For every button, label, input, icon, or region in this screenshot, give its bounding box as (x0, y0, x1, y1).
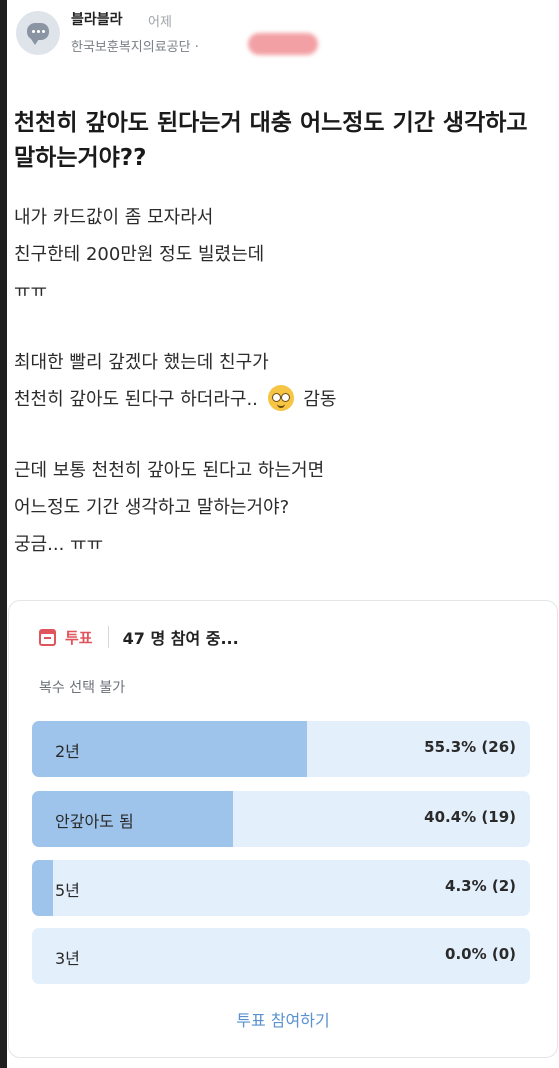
vote-button[interactable]: 투표 참여하기 (9, 1007, 557, 1031)
pleading-face-icon (267, 385, 294, 411)
calendar-icon (39, 628, 56, 646)
post-paragraph: 내가 카드값이 좀 모자라서 친구한테 200만원 정도 빌렸는데 ㅠㅠ (14, 199, 554, 310)
poll-option[interactable]: 3년 0.0% (0) (32, 928, 530, 984)
poll-participants: 47 명 참여 중... (122, 629, 239, 648)
redacted-blur (248, 33, 318, 55)
post-line: ㅠㅠ (14, 281, 48, 302)
post-line: 근데 보통 천천히 갚아도 된다고 하는거면 (14, 460, 325, 481)
company-avatar-icon[interactable] (16, 11, 60, 55)
poll-option-result: 40.4% (19) (424, 808, 516, 826)
post-line-with-emoji: 천천히 갚아도 된다구 하더라구.. 감동 (14, 381, 554, 418)
screen: 블라블라 어제 한국보훈복지의료공단 · 천천히 갚아도 된다는거 대충 어느정… (7, 0, 559, 1068)
poll-option[interactable]: 5년 4.3% (2) (32, 860, 530, 916)
post-line: 어느정도 기간 생각하고 말하는거야? (14, 497, 290, 518)
post-line: 궁금... ㅠㅠ (14, 534, 104, 555)
poll-label: 투표 (65, 628, 93, 647)
author-name[interactable]: 블라블라 (71, 9, 123, 29)
poll-option[interactable]: 안갚아도 됨 40.4% (19) (32, 791, 530, 847)
poll-option-label: 5년 (55, 881, 80, 900)
poll-option-label: 안갚아도 됨 (55, 812, 134, 831)
post-body: 내가 카드값이 좀 모자라서 친구한테 200만원 정도 빌렸는데 ㅠㅠ 최대한… (14, 199, 554, 597)
header-divider (107, 626, 109, 648)
poll-card: 투표 47 명 참여 중... 복수 선택 불가 2년 55.3% (26) 안… (8, 600, 558, 1058)
post-title: 천천히 갚아도 된다는거 대충 어느정도 기간 생각하고 말하는거야?? (14, 110, 528, 171)
post-time: 어제 (148, 15, 172, 30)
poll-header: 투표 47 명 참여 중... (39, 625, 239, 649)
poll-option-result: 4.3% (2) (445, 877, 516, 895)
post-line: 최대한 빨리 갚겠다 했는데 친구가 (14, 352, 269, 373)
company-name: 한국보훈복지의료공단 · (71, 40, 199, 55)
post-line-text: 감동 (303, 389, 337, 410)
post-paragraph: 최대한 빨리 갚겠다 했는데 친구가 천천히 갚아도 된다구 하더라구.. 감동 (14, 344, 554, 418)
poll-subtitle: 복수 선택 불가 (39, 680, 126, 696)
post-paragraph: 근데 보통 천천히 갚아도 된다고 하는거면 어느정도 기간 생각하고 말하는거… (14, 452, 554, 563)
poll-option-label: 2년 (55, 742, 80, 761)
poll-option-result: 55.3% (26) (424, 738, 516, 756)
poll-option-label: 3년 (55, 949, 80, 968)
poll-option-result: 0.0% (0) (445, 945, 516, 963)
post-line-text: 천천히 갚아도 된다구 하더라구.. (14, 389, 258, 410)
poll-option[interactable]: 2년 55.3% (26) (32, 721, 530, 777)
post-line: 내가 카드값이 좀 모자라서 (14, 207, 214, 228)
poll-option-bar (32, 860, 54, 916)
post-line: 친구한테 200만원 정도 빌렸는데 (14, 244, 265, 265)
